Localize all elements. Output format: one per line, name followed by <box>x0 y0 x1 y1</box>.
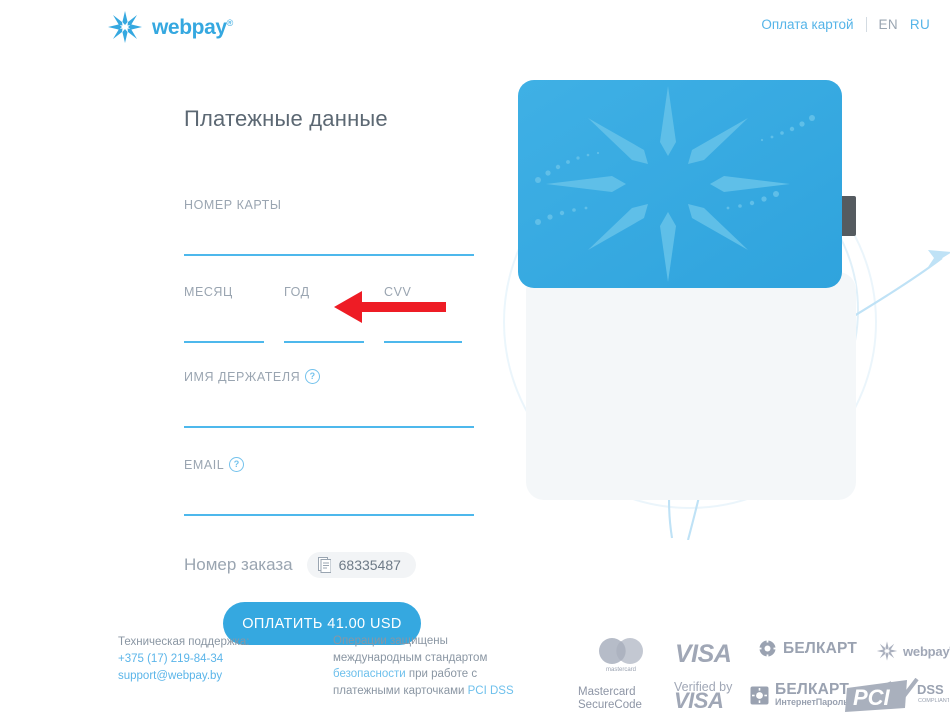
pci-dss-icon: PCI DSS COMPLIANT <box>845 677 950 712</box>
bg-arrow-nodes <box>727 301 813 327</box>
support-phone[interactable]: +375 (17) 219-84-34 <box>118 651 249 668</box>
mastercard-word: Mastercard <box>578 686 636 698</box>
field-year: ГОД <box>284 285 364 343</box>
card-back-plate <box>526 270 856 500</box>
card-holder-label: ИМЯ ДЕРЖАТЕЛЯ ? <box>184 369 474 384</box>
card-shadow-plate <box>526 272 856 500</box>
verified-by-visa-logo: Verified by VISA <box>674 680 732 713</box>
mastercard-securecode-label: Mastercard SecureCode <box>578 686 642 712</box>
bg-arrows <box>667 117 943 540</box>
email-label-text: EMAIL <box>184 457 225 472</box>
expiry-cvv-row: МЕСЯЦ ГОД CVV <box>184 285 474 343</box>
help-icon[interactable]: ? <box>229 457 245 472</box>
webpay-footer-word: webpay® <box>903 644 950 659</box>
logo-wordmark: webpay® <box>152 16 234 39</box>
month-label: МЕСЯЦ <box>184 285 233 299</box>
year-label: ГОД <box>284 285 310 299</box>
page-footer: Техническая поддержка: +375 (17) 219-84-… <box>0 628 950 720</box>
belkart-internet-text: БЕЛКАРТ ИнтернетПароль <box>775 681 850 707</box>
compass-star-icon <box>108 11 142 43</box>
belkart-flower-icon <box>758 639 777 658</box>
support-block: Техническая поддержка: +375 (17) 219-84-… <box>118 634 249 685</box>
month-input[interactable] <box>184 322 264 343</box>
page-title: Платежные данные <box>184 106 388 131</box>
email-input[interactable] <box>184 495 474 516</box>
header-nav: Оплата картой EN RU <box>761 17 942 32</box>
order-number-badge: 68335487 <box>306 552 416 578</box>
email-label: EMAIL ? <box>184 457 474 472</box>
card-star-icon <box>546 86 790 282</box>
field-card-holder: ИМЯ ДЕРЖАТЕЛЯ ? <box>184 369 474 428</box>
field-cvv: CVV <box>384 285 462 343</box>
mastercard-icon: mastercard <box>599 638 643 673</box>
svg-text:mastercard: mastercard <box>606 667 636 673</box>
securecode-word: SecureCode <box>578 699 642 711</box>
support-email[interactable]: support@webpay.by <box>118 668 249 685</box>
belkart-internet-password-logo: БЕЛКАРТ ИнтернетПароль <box>750 681 850 707</box>
bg-dot <box>539 322 571 354</box>
belkart-internet-word: БЕЛКАРТ <box>775 681 850 698</box>
cvv-input[interactable] <box>384 322 462 343</box>
belkart-box-icon <box>750 686 769 704</box>
belkart-word: БЕЛКАРТ <box>783 639 858 657</box>
lang-ru[interactable]: RU <box>910 17 930 32</box>
security-line-4: платежными карточками <box>333 684 468 697</box>
bg-arrowheads <box>711 104 950 267</box>
security-line-2: международным стандартом <box>333 651 488 664</box>
pay-by-card-link[interactable]: Оплата картой <box>761 17 853 32</box>
order-number-value: 68335487 <box>338 557 401 573</box>
webpay-logo[interactable]: webpay® <box>105 9 233 45</box>
credit-card <box>518 80 842 288</box>
card-holder-input[interactable] <box>184 407 474 428</box>
card-number-input[interactable] <box>184 235 474 256</box>
payment-form: Платежные данные НОМЕР КАРТЫ МЕСЯЦ ГОД C… <box>184 106 474 645</box>
dss-text: DSS <box>917 682 944 697</box>
compliant-text: COMPLIANT <box>918 698 949 704</box>
field-card-number: НОМЕР КАРТЫ <box>184 198 474 256</box>
bg-arcs <box>503 135 877 509</box>
invoice-icon <box>317 557 331 573</box>
card-illustration <box>503 80 950 540</box>
registered-mark: ® <box>226 18 234 28</box>
order-number-row: Номер заказа 68335487 <box>184 552 474 578</box>
order-number-label: Номер заказа <box>184 555 293 574</box>
visa-logo: VISA <box>675 640 732 668</box>
year-input[interactable] <box>284 322 364 343</box>
card-dots <box>535 115 815 225</box>
security-notice: Операции защищены международным стандарт… <box>333 633 533 699</box>
support-title: Техническая поддержка: <box>118 636 250 648</box>
cvv-label: CVV <box>384 285 412 299</box>
card-holder-label-text: ИМЯ ДЕРЖАТЕЛЯ <box>184 369 301 384</box>
pci-dss-logo: PCI DSS COMPLIANT <box>845 677 950 719</box>
webpay-footer-logo: webpay® <box>875 640 950 662</box>
security-line-1: Операции защищены <box>333 635 448 647</box>
mastercard-logo: mastercard <box>586 636 656 679</box>
security-line-3: при работе с <box>405 668 478 680</box>
nav-divider <box>865 17 867 32</box>
lang-en[interactable]: EN <box>879 17 898 32</box>
security-link[interactable]: безопасности <box>333 668 406 680</box>
internet-password-word: ИнтернетПароль <box>775 697 849 707</box>
compass-star-icon <box>876 641 898 661</box>
payment-logos: mastercard Mastercard SecureCode VISA Ve… <box>570 628 950 720</box>
pci-text: PCI <box>853 685 891 710</box>
card-chip-stripe <box>838 196 856 236</box>
verified-visa-word: VISA <box>674 688 724 713</box>
field-month: МЕСЯЦ <box>184 285 264 343</box>
pci-dss-link[interactable]: PCI DSS <box>468 685 514 697</box>
card-number-label: НОМЕР КАРТЫ <box>184 198 282 212</box>
page-header: webpay® Оплата картой EN RU <box>0 0 950 56</box>
help-icon[interactable]: ? <box>305 369 321 384</box>
belkart-logo: БЕЛКАРТ <box>758 639 857 658</box>
field-email: EMAIL ? <box>184 457 474 516</box>
